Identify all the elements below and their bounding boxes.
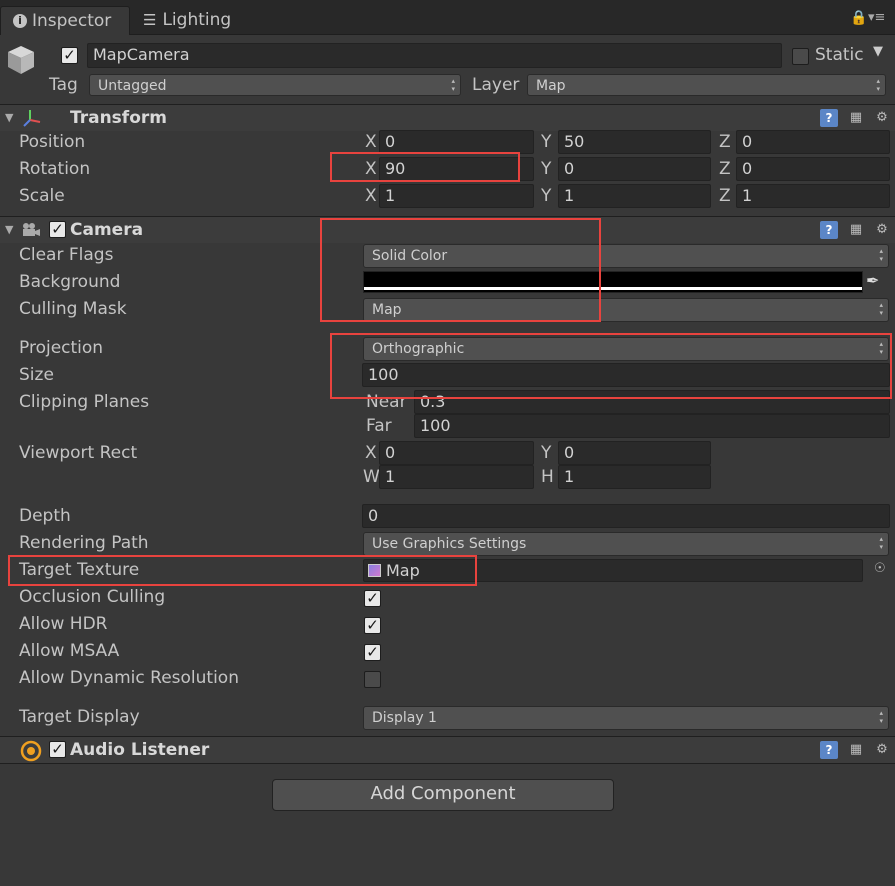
scale-y-field[interactable]: 1 <box>558 184 711 208</box>
gear-icon[interactable]: ⚙ <box>873 221 891 239</box>
position-z-field[interactable]: 0 <box>736 130 890 154</box>
position-label: Position <box>19 132 86 152</box>
object-name-field[interactable]: MapCamera <box>87 43 782 68</box>
allow-msaa-checkbox[interactable]: ✓ <box>364 644 381 661</box>
rotation-y-field[interactable]: 0 <box>558 157 711 181</box>
projection-label: Projection <box>19 338 104 358</box>
rendering-path-label: Rendering Path <box>19 533 149 553</box>
static-checkbox[interactable] <box>792 48 809 65</box>
allow-hdr-checkbox[interactable]: ✓ <box>364 617 381 634</box>
camera-icon <box>20 222 42 243</box>
allow-dynamic-resolution-checkbox[interactable] <box>364 671 381 688</box>
scale-z-field[interactable]: 1 <box>736 184 890 208</box>
tab-inspector-label: Inspector <box>32 11 112 31</box>
axis-w-label: W <box>363 467 380 487</box>
allow-msaa-label: Allow MSAA <box>19 641 120 661</box>
size-label: Size <box>19 365 54 385</box>
transform-header[interactable]: ▼ Transform ? ▦ ⚙ <box>0 104 895 131</box>
culling-mask-label: Culling Mask <box>19 299 127 319</box>
tag-label: Tag <box>49 75 78 95</box>
axis-y-label: Y <box>541 132 552 152</box>
tab-lighting[interactable]: ☰ Lighting <box>143 6 231 34</box>
viewport-x-field[interactable]: 0 <box>379 441 534 465</box>
clear-flags-label: Clear Flags <box>19 245 114 265</box>
lock-icon[interactable]: 🔒 <box>850 10 867 26</box>
far-label: Far <box>366 416 392 436</box>
axis-y-label: Y <box>541 443 552 463</box>
rotation-label: Rotation <box>19 159 91 179</box>
axis-x-label: X <box>365 132 377 152</box>
viewport-h-field[interactable]: 1 <box>558 465 711 489</box>
tab-lighting-label: Lighting <box>162 10 232 30</box>
highlight-rotation-x <box>330 152 520 182</box>
position-x-field[interactable]: 0 <box>379 130 534 154</box>
static-dropdown-icon[interactable]: ▼ <box>873 44 883 59</box>
axis-z-label: Z <box>719 132 731 152</box>
axis-h-label: H <box>541 467 554 487</box>
axis-z-label: Z <box>719 186 731 206</box>
gear-icon[interactable]: ⚙ <box>873 109 891 127</box>
scale-x-field[interactable]: 1 <box>379 184 534 208</box>
help-icon[interactable]: ? <box>820 741 838 759</box>
far-field[interactable]: 100 <box>414 414 890 438</box>
rendering-path-dropdown[interactable]: Use Graphics Settings <box>363 532 889 556</box>
axis-x-label: X <box>365 443 377 463</box>
static-label: Static <box>815 45 864 65</box>
camera-title: Camera <box>70 220 144 240</box>
viewport-rect-label: Viewport Rect <box>19 443 138 463</box>
audio-listener-header[interactable]: ✓ Audio Listener ? ▦ ⚙ <box>0 736 895 764</box>
active-checkbox[interactable]: ✓ <box>61 47 78 64</box>
occlusion-culling-checkbox[interactable]: ✓ <box>364 590 381 607</box>
axis-y-label: Y <box>541 186 552 206</box>
camera-enabled-checkbox[interactable]: ✓ <box>49 221 66 238</box>
allow-hdr-label: Allow HDR <box>19 614 108 634</box>
preset-icon[interactable]: ▦ <box>847 221 865 239</box>
preset-icon[interactable]: ▦ <box>847 741 865 759</box>
depth-field[interactable]: 0 <box>362 504 890 528</box>
scale-label: Scale <box>19 186 65 206</box>
viewport-y-field[interactable]: 0 <box>558 441 711 465</box>
layer-label: Layer <box>472 75 520 95</box>
transform-title: Transform <box>70 108 167 128</box>
lighting-icon: ☰ <box>143 11 157 29</box>
clipping-planes-label: Clipping Planes <box>19 392 150 412</box>
cube-icon <box>6 44 36 76</box>
tag-dropdown[interactable]: Untagged <box>89 74 461 96</box>
help-icon[interactable]: ? <box>820 221 838 239</box>
rotation-z-field[interactable]: 0 <box>736 157 890 181</box>
audio-listener-title: Audio Listener <box>70 740 210 760</box>
position-y-field[interactable]: 50 <box>558 130 711 154</box>
tab-bar: i Inspector ☰ Lighting 🔒 ▾≡ <box>0 0 895 35</box>
depth-label: Depth <box>19 506 71 526</box>
background-label: Background <box>19 272 121 292</box>
highlight-projection-size <box>330 333 892 399</box>
viewport-w-field[interactable]: 1 <box>379 465 534 489</box>
axis-z-label: Z <box>719 159 731 179</box>
foldout-arrow-icon[interactable]: ▼ <box>5 217 13 243</box>
occlusion-culling-label: Occlusion Culling <box>19 587 166 607</box>
axis-x-label: X <box>365 186 377 206</box>
help-icon[interactable]: ? <box>820 109 838 127</box>
gear-icon[interactable]: ⚙ <box>873 741 891 759</box>
eyedropper-icon[interactable]: ✒ <box>866 271 879 290</box>
audio-listener-icon <box>20 740 42 767</box>
menu-icon[interactable]: ▾≡ <box>868 10 885 25</box>
tab-inspector[interactable]: i Inspector <box>0 6 130 35</box>
target-display-dropdown[interactable]: Display 1 <box>363 706 889 730</box>
object-picker-icon[interactable]: ☉ <box>874 561 886 576</box>
foldout-arrow-icon[interactable]: ▼ <box>5 105 13 131</box>
highlight-clear-flags-group <box>320 218 601 322</box>
highlight-target-texture <box>8 555 477 586</box>
allow-dynamic-resolution-label: Allow Dynamic Resolution <box>19 668 239 688</box>
layer-dropdown[interactable]: Map <box>527 74 886 96</box>
audio-listener-enabled-checkbox[interactable]: ✓ <box>49 741 66 758</box>
info-icon: i <box>13 14 27 28</box>
preset-icon[interactable]: ▦ <box>847 109 865 127</box>
axis-y-label: Y <box>541 159 552 179</box>
target-display-label: Target Display <box>19 707 140 727</box>
add-component-button[interactable]: Add Component <box>272 779 614 811</box>
